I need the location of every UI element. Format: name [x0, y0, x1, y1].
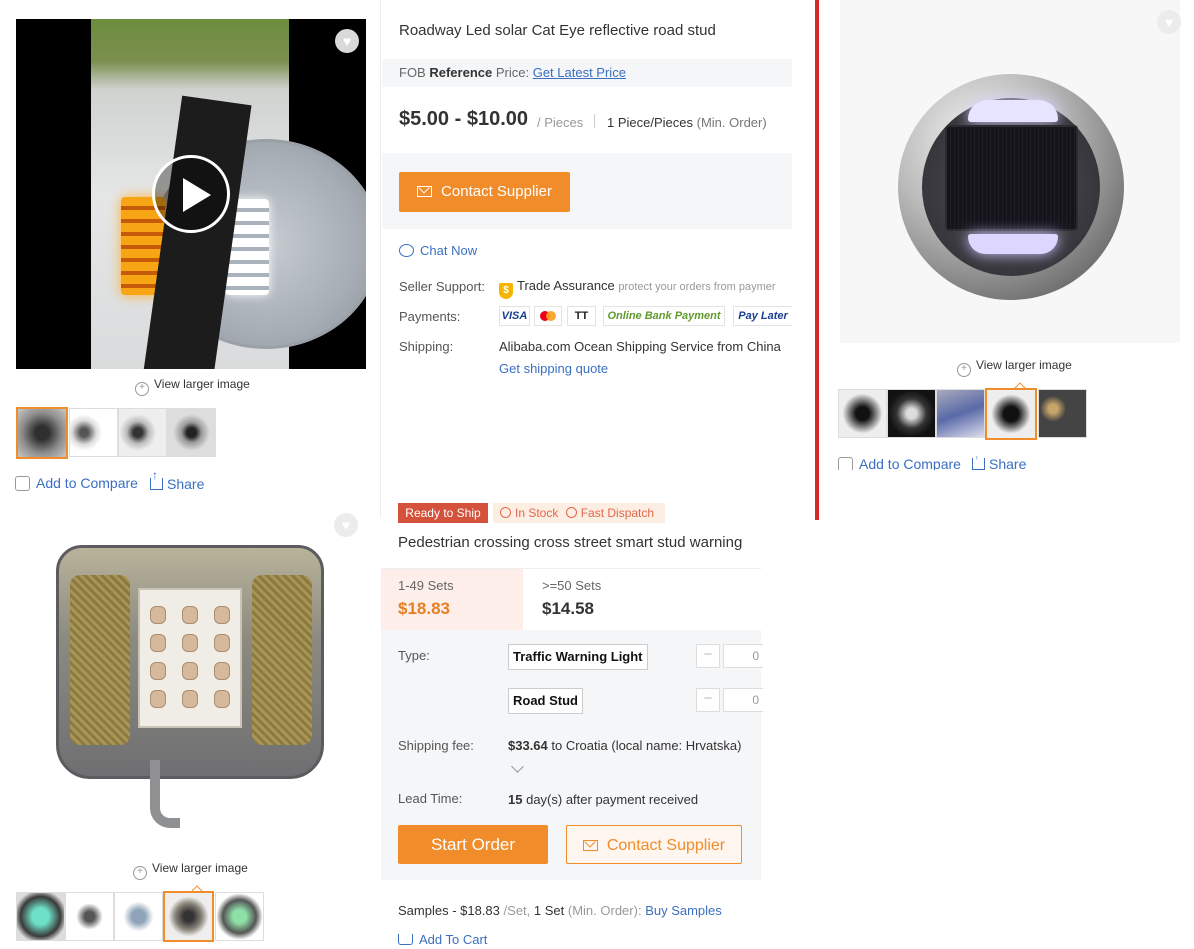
start-order-button[interactable]: Start Order: [398, 825, 548, 864]
view-larger-link[interactable]: + View larger image: [957, 358, 1072, 377]
chat-now-link[interactable]: Chat Now: [399, 243, 477, 258]
contact-supplier-button[interactable]: Contact Supplier: [399, 172, 570, 212]
add-to-compare[interactable]: Add to Compare: [15, 475, 138, 491]
product-image[interactable]: [0, 518, 380, 858]
price-tier-2: >=50 Sets $14.58: [542, 578, 602, 618]
shipping-fee-label: Shipping fee:: [398, 738, 474, 753]
shipping-quote-link[interactable]: Get shipping quote: [499, 361, 608, 376]
thumbnail-4[interactable]: [167, 408, 216, 457]
chat-icon: [399, 244, 414, 257]
thumbnail-3[interactable]: [114, 892, 163, 941]
check-icon: [500, 507, 511, 518]
product-title[interactable]: Roadway Led solar Cat Eye reflective roa…: [399, 22, 716, 39]
ready-to-ship-badge: Ready to Ship: [398, 503, 488, 523]
price-unit: / Pieces: [537, 115, 584, 130]
top-led-glow: [968, 100, 1058, 122]
add-to-cart-link[interactable]: Add To Cart: [398, 932, 487, 947]
quantity-minus-button[interactable]: −: [696, 644, 720, 668]
type-label: Type:: [398, 648, 430, 663]
type-option-road-stud[interactable]: Road Stud: [508, 688, 583, 714]
shipping-service: Alibaba.com Ocean Shipping Service from …: [499, 339, 781, 354]
reflector-pad-left: [70, 575, 130, 745]
product-title[interactable]: Pedestrian crossing cross street smart s…: [398, 534, 742, 551]
pay-later-icon: Pay Later: [733, 306, 792, 326]
cable: [150, 760, 180, 828]
favorite-heart-icon[interactable]: ♥: [334, 513, 358, 537]
seller-support-label: Seller Support:: [399, 279, 485, 294]
stock-badge: In Stock Fast Dispatch: [493, 503, 665, 523]
price-range: $5.00 - $10.00: [399, 108, 528, 130]
add-to-compare[interactable]: Add to Compare: [838, 456, 961, 470]
thumbnail-2[interactable]: [887, 389, 936, 438]
lead-time: 15 day(s) after payment received: [508, 792, 699, 807]
view-larger-link[interactable]: + View larger image: [133, 861, 248, 880]
contact-supplier-button[interactable]: Contact Supplier: [566, 825, 742, 864]
online-bank-payment-icon: Online Bank Payment: [603, 306, 725, 326]
price-tier-1: 1-49 Sets $18.83: [381, 569, 523, 631]
compare-checkbox[interactable]: [15, 476, 30, 491]
thumbnail-5[interactable]: [215, 892, 264, 941]
red-divider: [815, 0, 819, 520]
separator: [594, 114, 595, 128]
share-link[interactable]: Share: [150, 469, 204, 492]
visa-icon: VISA: [499, 306, 530, 326]
product-video[interactable]: [16, 19, 366, 369]
mastercard-icon: [534, 306, 562, 326]
bottom-led-glow: [968, 234, 1058, 254]
view-larger-link[interactable]: + View larger image: [135, 377, 250, 396]
get-latest-price-link[interactable]: Get Latest Price: [533, 65, 626, 80]
zoom-icon: +: [135, 382, 149, 396]
price-tiers: 1-49 Sets $18.83 >=50 Sets $14.58: [381, 568, 761, 631]
trade-assurance-icon: $: [499, 283, 513, 299]
shipping-label: Shipping:: [399, 339, 454, 354]
tt-icon: TT: [567, 306, 596, 326]
thumbnail-1[interactable]: [16, 892, 65, 941]
play-icon[interactable]: [152, 155, 230, 233]
zoom-icon: +: [957, 363, 971, 377]
quantity-input[interactable]: 0: [723, 644, 763, 668]
thumbnail-4[interactable]: [163, 891, 214, 942]
thumbnail-5[interactable]: [1038, 389, 1087, 438]
envelope-icon: [582, 840, 598, 851]
cart-icon: [398, 934, 413, 945]
check-icon: [565, 507, 577, 518]
solar-panel: [945, 125, 1078, 231]
shipping-fee: $33.64 to Croatia (local name: Hrvatska): [508, 738, 742, 753]
led-panel: [138, 588, 242, 728]
thumbnail-2[interactable]: [69, 408, 118, 457]
buy-samples-link[interactable]: Buy Samples: [645, 903, 722, 918]
min-order: 1 Piece/Pieces (Min. Order): [607, 115, 767, 130]
panel-divider: [380, 0, 381, 518]
favorite-heart-icon[interactable]: ♥: [335, 29, 359, 53]
envelope-icon: [417, 186, 433, 197]
thumbnail-3[interactable]: [936, 389, 985, 438]
favorite-heart-icon[interactable]: ♥: [1157, 10, 1181, 34]
fob-price-bar: FOB Reference Price: Get Latest Price: [382, 59, 792, 87]
product-image[interactable]: [840, 0, 1180, 343]
thumbnail-4[interactable]: [985, 388, 1037, 440]
payments-label: Payments:: [399, 309, 461, 324]
thumbnail-2[interactable]: [65, 892, 114, 941]
share-icon: [972, 456, 985, 470]
lead-time-label: Lead Time:: [398, 791, 463, 806]
reflector-pad-right: [252, 575, 312, 745]
quantity-input[interactable]: 0: [723, 688, 763, 712]
share-link[interactable]: Share: [972, 456, 1026, 470]
thumbnail-1[interactable]: [838, 389, 887, 438]
compare-checkbox[interactable]: [838, 457, 853, 470]
share-icon: [150, 469, 163, 490]
thumbnail-1[interactable]: [16, 407, 68, 459]
samples-line: Samples - $18.83 /Set, 1 Set (Min. Order…: [398, 903, 722, 918]
type-option-traffic-warning-light[interactable]: Traffic Warning Light: [508, 644, 648, 670]
trade-assurance[interactable]: $ Trade Assurance protect your orders fro…: [499, 278, 792, 299]
quantity-minus-button[interactable]: −: [696, 688, 720, 712]
thumbnail-3[interactable]: [118, 408, 167, 457]
zoom-icon: +: [133, 866, 147, 880]
